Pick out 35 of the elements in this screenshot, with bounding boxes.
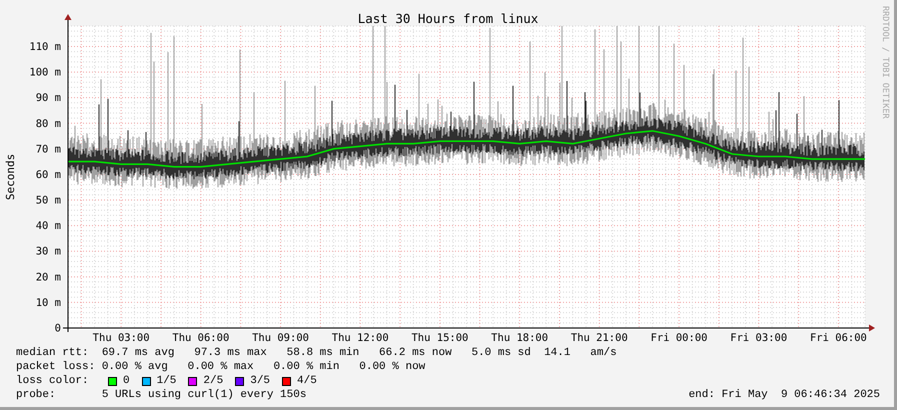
graph-title: Last 30 Hours from linux [358, 11, 538, 26]
x-tick-label: Thu 09:00 [252, 332, 309, 344]
loss-color-label: 2/5 [203, 374, 224, 388]
x-tick-label: Thu 03:00 [92, 332, 150, 344]
loss-color-label: 0 [123, 374, 130, 388]
median-rtt-stats: median rtt: 69.7 ms avg 97.3 ms max 58.8 ms min 66.2 ms now 5.0 ms sd 14.1 am/s [16, 346, 618, 360]
y-tick-label: 90 m [36, 92, 61, 104]
y-tick-label: 50 m [36, 194, 61, 207]
y-tick-label: 40 m [36, 220, 61, 232]
y-tick-label: 10 m [36, 296, 61, 309]
y-tick-label: 100 m [29, 66, 61, 79]
y-axis-label: Seconds [4, 154, 17, 200]
credit-text: RRDTOOL / TOBI OETIKER [880, 6, 890, 119]
y-tick-label: 110 m [29, 40, 61, 53]
x-tick-label: Thu 15:00 [411, 332, 468, 344]
x-tick-label: Fri 00:00 [650, 332, 708, 344]
y-tick-label: 60 m [36, 168, 61, 181]
y-tick-label: 30 m [36, 246, 61, 258]
loss-color-label: 1/5 [156, 374, 176, 388]
probe-info: probe: 5 URLs using curl(1) every 150s [16, 388, 306, 402]
x-tick-label: Fri 03:00 [730, 332, 788, 344]
x-tick-label: Fri 06:00 [810, 332, 867, 344]
end-time: end: Fri May 9 06:46:34 2025 [688, 388, 880, 402]
loss-color-label: loss color: [16, 374, 90, 388]
packet-loss-stats: packet loss: 0.00 % avg 0.00 % max 0.00 % min 0.00 % now [16, 360, 426, 374]
loss-color-label: 3/5 [250, 374, 270, 388]
y-tick-label: 80 m [36, 118, 61, 130]
y-tick-label: 20 m [36, 271, 61, 284]
x-tick-label: Thu 18:00 [491, 332, 548, 344]
x-tick-label: Thu 12:00 [332, 332, 389, 344]
x-tick-label: Thu 21:00 [570, 332, 628, 344]
y-tick-label: 0 [54, 322, 61, 334]
y-tick-label: 70 m [36, 143, 61, 156]
loss-color-label: 4/5 [297, 374, 317, 388]
x-tick-label: Thu 06:00 [172, 332, 230, 344]
